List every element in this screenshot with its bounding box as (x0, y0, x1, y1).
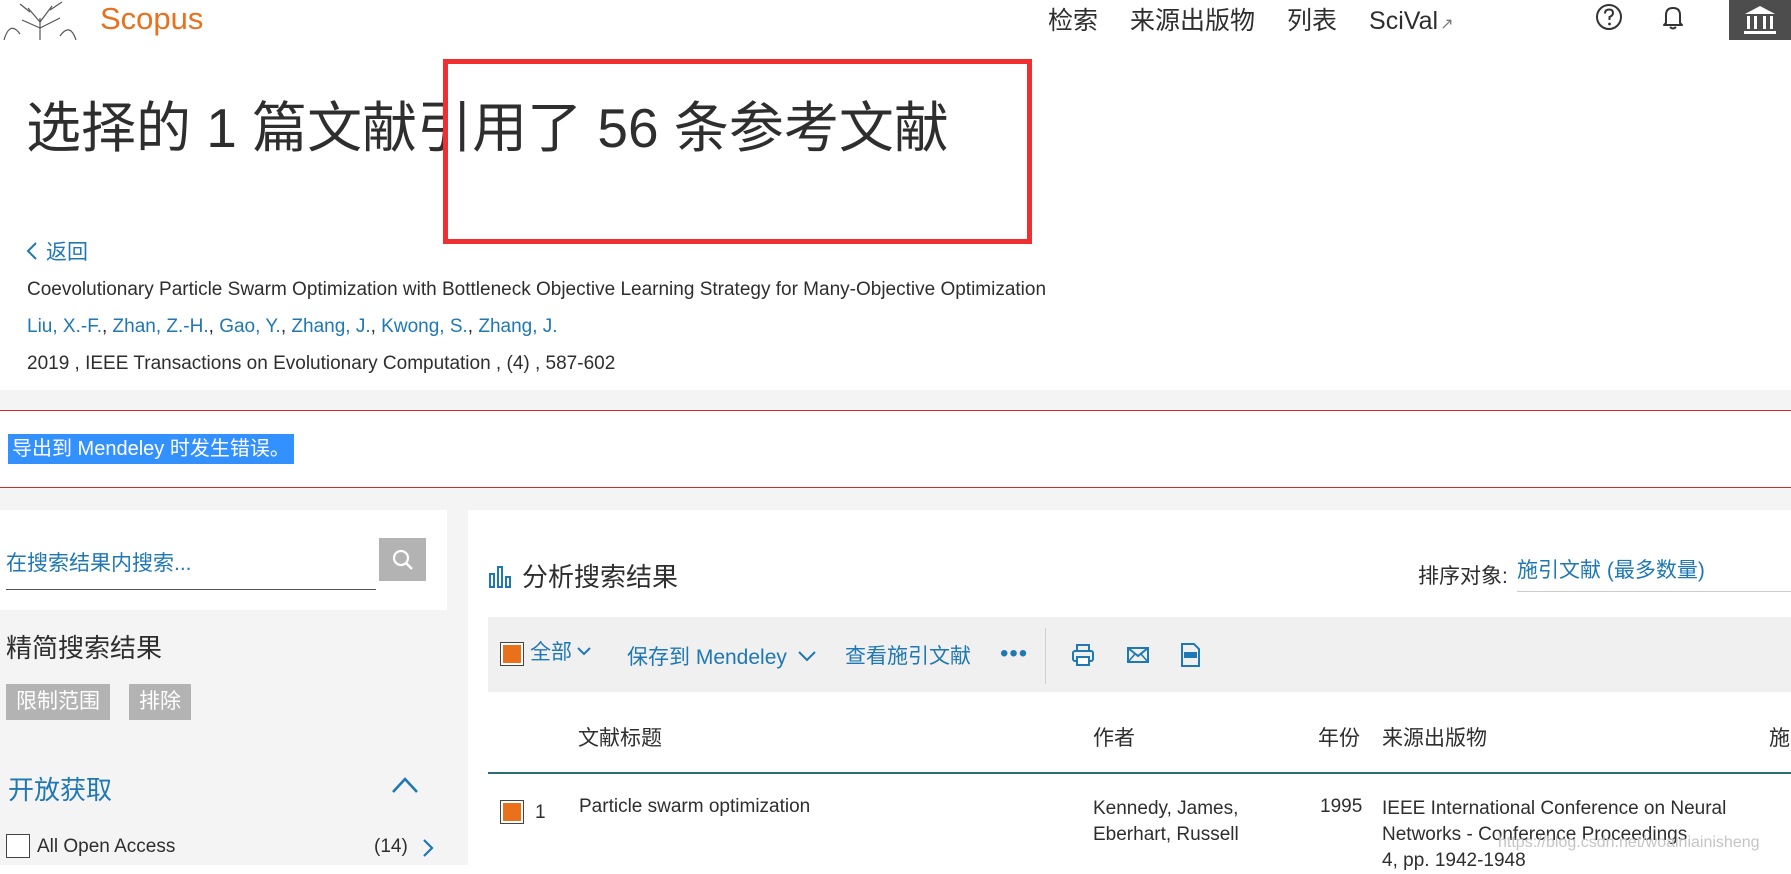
all-open-access-count: (14) (374, 836, 408, 857)
save-to-mendeley-button[interactable]: 保存到 Mendeley (627, 641, 817, 671)
bell-icon[interactable] (1658, 2, 1688, 32)
print-icon[interactable] (1070, 642, 1096, 668)
institution-button[interactable] (1729, 0, 1791, 40)
header-rule (488, 772, 1791, 774)
all-open-access-checkbox[interactable] (6, 834, 30, 858)
document-authors: Liu, X.-F., Zhan, Z.-H., Gao, Y., Zhang,… (27, 316, 558, 337)
select-all-checkbox[interactable] (500, 642, 524, 666)
exclude-button[interactable]: 排除 (129, 684, 191, 720)
author-link[interactable]: Zhan, Z.-H. (113, 316, 209, 337)
more-actions-button[interactable]: ••• (1000, 640, 1028, 668)
refine-results-title: 精简搜索结果 (6, 633, 163, 663)
search-button[interactable] (379, 538, 426, 581)
all-open-access-label: All Open Access (37, 836, 176, 857)
row-year: 1995 (1320, 796, 1363, 817)
row-checkbox[interactable] (500, 800, 524, 824)
analyze-results-label: 分析搜索结果 (522, 562, 679, 592)
nav-scival-label: SciVal (1369, 7, 1439, 35)
author-link[interactable]: Liu, X.-F. (27, 316, 102, 337)
email-icon[interactable] (1125, 642, 1151, 668)
watermark: https://blog.csdn.net/woainiainisheng (1498, 834, 1760, 851)
elsevier-tree-logo-icon (3, 1, 77, 40)
annotation-highlight-box (443, 59, 1032, 244)
external-link-icon: ↗ (1440, 16, 1454, 33)
back-link[interactable]: 返回 (26, 236, 88, 266)
view-citing-documents-button[interactable]: 查看施引文献 (845, 640, 971, 670)
save-to-mendeley-label: 保存到 Mendeley (627, 646, 787, 669)
row-source-line: IEEE International Conference on Neural (1382, 798, 1727, 819)
chevron-down-icon (798, 651, 816, 662)
column-header-year[interactable]: 年份 (1318, 722, 1360, 752)
nav-search[interactable]: 检索 (1048, 4, 1098, 42)
nav-lists[interactable]: 列表 (1287, 4, 1337, 42)
column-header-authors[interactable]: 作者 (1093, 722, 1135, 752)
publication-info: 2019 , IEEE Transactions on Evolutionary… (27, 353, 616, 374)
nav-sources[interactable]: 来源出版物 (1130, 4, 1255, 42)
nav-scival[interactable]: SciVal ↗ (1369, 4, 1453, 42)
search-within-input[interactable] (6, 538, 376, 590)
author-link[interactable]: Gao, Y. (219, 316, 281, 337)
help-icon[interactable] (1594, 2, 1624, 32)
row-authors: Kennedy, James, Eberhart, Russell (1093, 796, 1239, 848)
select-all-label: 全部 (530, 641, 572, 664)
row-document-title[interactable]: Particle swarm optimization (579, 796, 810, 818)
chevron-up-icon[interactable] (390, 772, 420, 798)
chevron-down-icon (577, 647, 591, 656)
select-all-dropdown[interactable]: 全部 (530, 636, 592, 666)
sort-by-label: 排序对象: (1418, 565, 1508, 588)
row-author-line[interactable]: Eberhart, Russell (1093, 822, 1239, 848)
analyze-results-link[interactable]: 分析搜索结果 (488, 557, 678, 594)
toolbar-divider (1045, 628, 1046, 684)
bar-chart-icon (489, 565, 511, 588)
row-author-line[interactable]: Kennedy, James, (1093, 796, 1239, 822)
column-header-source[interactable]: 来源出版物 (1382, 722, 1487, 752)
row-number: 1 (535, 802, 546, 823)
checkbox-fill (503, 645, 521, 663)
author-link[interactable]: Zhang, J. (291, 316, 370, 337)
search-icon (392, 549, 413, 570)
open-access-facet-title[interactable]: 开放获取 (8, 770, 112, 807)
column-header-title[interactable]: 文献标题 (578, 722, 662, 752)
checkbox-fill (503, 803, 521, 821)
open-access-option (6, 834, 30, 858)
scopus-brand[interactable]: Scopus (100, 0, 203, 38)
chevron-right-icon[interactable] (420, 836, 436, 860)
document-title: Coevolutionary Particle Swarm Optimizati… (27, 279, 1047, 300)
author-link[interactable]: Zhang, J. (478, 316, 557, 337)
pdf-icon[interactable] (1177, 642, 1203, 668)
sort-by-select[interactable]: 施引文献 (最多数量) (1517, 552, 1791, 592)
chevron-left-icon (26, 242, 37, 260)
top-nav: 检索 来源出版物 列表 SciVal ↗ (1048, 4, 1485, 42)
back-label: 返回 (46, 241, 88, 264)
author-link[interactable]: Kwong, S. (381, 316, 468, 337)
column-header-cited[interactable]: 施 (1769, 722, 1790, 752)
institution-icon (1744, 6, 1776, 34)
limit-to-button[interactable]: 限制范围 (6, 684, 110, 720)
error-message: 导出到 Mendeley 时发生错误。 (8, 434, 294, 464)
section-gap (0, 390, 1791, 410)
